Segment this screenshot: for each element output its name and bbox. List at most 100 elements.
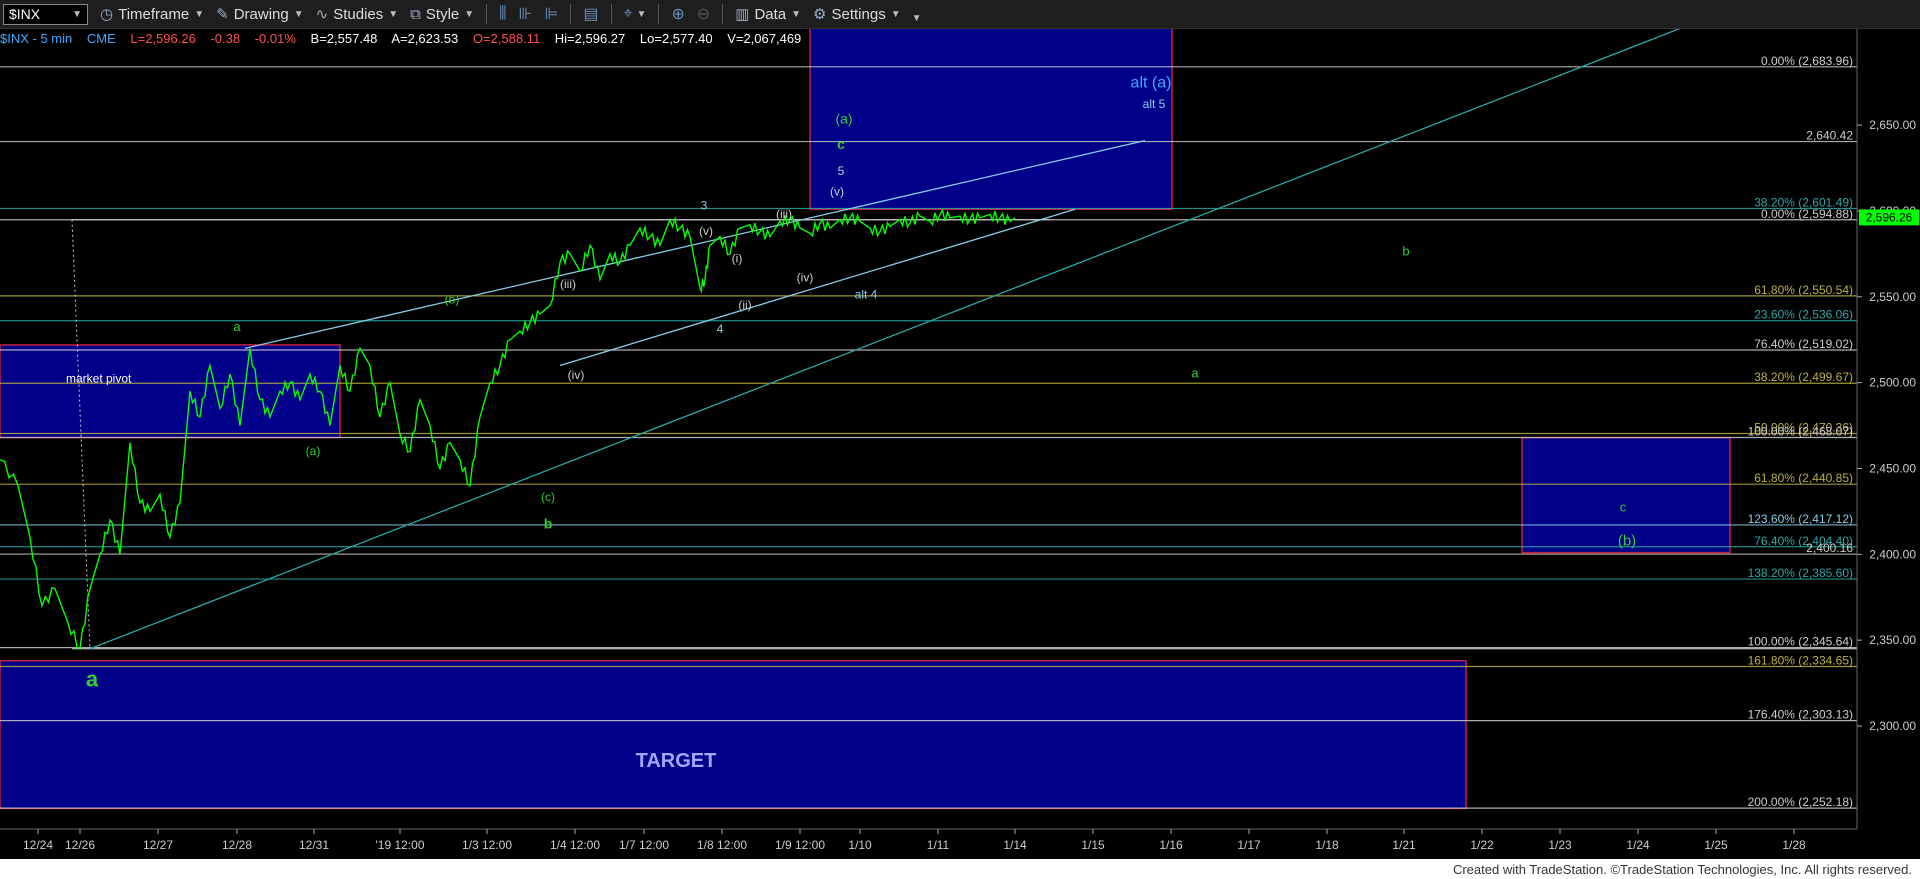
style-menu[interactable]: ⧉ Style ▼: [410, 6, 474, 23]
studies-menu[interactable]: ∿ Studies ▼: [315, 5, 399, 24]
fib-level-label: 200.00% (2,252.18): [1748, 795, 1853, 809]
target-zone: [0, 660, 1467, 810]
symbol-input[interactable]: $INX ▼: [3, 3, 88, 25]
copyright-text: Created with TradeStation. ©TradeStation…: [1452, 862, 1912, 877]
x-tick-label: 1/24: [1626, 838, 1650, 852]
chevron-down-icon[interactable]: ▼: [637, 9, 647, 20]
cursor-icon[interactable]: ⌖: [624, 5, 633, 23]
quote-change: -0.38: [210, 31, 241, 46]
quote-high: Hi=2,596.27: [554, 31, 626, 46]
wave-label: c: [1620, 499, 1627, 514]
last-price-label: 2,596.26: [1866, 210, 1913, 224]
wave-label: 3: [701, 198, 708, 212]
settings-label: Settings: [831, 5, 886, 23]
fib-level-label: 38.20% (2,499.67): [1754, 370, 1853, 384]
wave-label: c: [837, 136, 845, 152]
pencil-icon: ✎: [216, 6, 229, 23]
x-tick-label: 1/25: [1704, 838, 1728, 852]
quote-last: L=2,596.26: [130, 31, 196, 46]
quote-exchange: CME: [86, 31, 116, 46]
x-tick-label: 1/22: [1470, 838, 1494, 852]
drawing-label: Drawing: [233, 5, 289, 23]
y-tick-label: 2,400.00: [1869, 547, 1916, 561]
wave-label: (a): [835, 110, 852, 126]
chevron-down-icon: ▼: [890, 8, 901, 20]
drawing-menu[interactable]: ✎ Drawing ▼: [216, 5, 304, 24]
wave-label: (v): [699, 224, 713, 238]
expand-icon[interactable]: ⊫: [544, 4, 558, 24]
style-icon: ⧉: [410, 5, 421, 23]
data-menu[interactable]: ▥ Data ▼: [735, 5, 802, 24]
clock-icon: ◷: [100, 6, 114, 23]
x-tick-label: 1/10: [848, 838, 872, 852]
wave-label: a: [86, 667, 99, 692]
wave-label: b: [544, 516, 553, 532]
x-tick-label: 12/28: [222, 838, 252, 852]
y-tick-label: 2,650.00: [1869, 118, 1916, 132]
quote-pct: -0.01%: [254, 31, 296, 46]
x-tick-label: 1/15: [1081, 838, 1105, 852]
y-tick-label: 2,450.00: [1869, 461, 1916, 475]
gear-icon: ⚙: [813, 6, 827, 23]
timeframe-label: Timeframe: [118, 5, 190, 23]
fib-level-label: 100.00% (2,345.64): [1748, 635, 1853, 649]
x-tick-label: 1/23: [1548, 838, 1572, 852]
target-label: TARGET: [636, 750, 717, 772]
quote-bar: $INX - 5 min CME L=2,596.26 -0.38 -0.01%…: [0, 31, 812, 46]
wave-label: (v): [830, 185, 844, 199]
quote-low: Lo=2,577.40: [639, 31, 713, 46]
zoom-in-icon[interactable]: ⊕: [671, 4, 684, 24]
bar-chart-icon: ▥: [735, 6, 750, 23]
symbol-value: $INX: [9, 6, 41, 22]
quote-symbol: $INX - 5 min: [0, 31, 73, 46]
footer: Created with TradeStation. ©TradeStation…: [0, 859, 1920, 879]
quote-bid: B=2,557.48: [310, 31, 378, 46]
x-tick-label: 12/26: [65, 838, 95, 852]
x-tick-label: 1/14: [1003, 838, 1027, 852]
wave-label: (a): [306, 444, 321, 458]
x-tick-label: 1/3 12:00: [462, 838, 512, 852]
settings-menu[interactable]: ⚙ Settings ▼ ▼: [813, 5, 921, 24]
toolbar-divider: [570, 4, 572, 24]
chevron-down-icon: ▼: [791, 8, 802, 20]
wave-label: a: [233, 319, 241, 334]
wave-label: a: [1191, 365, 1199, 380]
chevron-down-icon: ▼: [911, 12, 922, 24]
fib-level-label: 0.00% (2,683.96): [1761, 54, 1853, 68]
style-label: Style: [425, 5, 460, 23]
layout-icon[interactable]: ▤: [583, 4, 598, 24]
x-tick-label: 1/9 12:00: [775, 838, 825, 852]
wave-label: (iii): [776, 207, 792, 221]
wave-label: b: [1402, 244, 1409, 259]
x-tick-label: 1/28: [1782, 838, 1806, 852]
x-tick-label: '19 12:00: [375, 838, 424, 852]
studies-icon: ∿: [315, 6, 329, 23]
chevron-down-icon: ▼: [464, 8, 475, 20]
x-tick-label: 1/17: [1237, 838, 1261, 852]
x-tick-label: 1/7 12:00: [619, 838, 669, 852]
y-tick-label: 2,500.00: [1869, 376, 1916, 390]
wave-label: (i): [732, 251, 743, 265]
x-tick-label: 1/8 12:00: [697, 838, 747, 852]
x-tick-label: 1/11: [927, 838, 950, 852]
wave-label: alt 5: [1143, 97, 1166, 111]
y-axis-panel: [1857, 29, 1920, 859]
timeframe-menu[interactable]: ◷ Timeframe ▼: [100, 5, 205, 24]
quote-ask: A=2,623.53: [391, 31, 459, 46]
compress-icon[interactable]: ⊪: [519, 4, 533, 24]
chevron-down-icon: ▼: [194, 8, 205, 20]
x-tick-label: 12/24: [23, 838, 53, 852]
y-tick-label: 2,350.00: [1869, 633, 1916, 647]
fib-level-label: 138.20% (2,385.60): [1748, 566, 1853, 580]
bar-spacing-icon[interactable]: ⫼: [499, 5, 506, 23]
fib-level-label: 161.80% (2,334.65): [1748, 654, 1853, 668]
target-zone: [809, 29, 1173, 211]
wave-label: alt (a): [1131, 74, 1172, 91]
fib-level-label: 0.00% (2,594.88): [1761, 207, 1853, 221]
x-tick-label: 1/4 12:00: [550, 838, 600, 852]
price-chart[interactable]: 0.00% (2,683.96)2,640.4238.20% (2,601.49…: [0, 29, 1920, 859]
x-tick-label: 12/27: [143, 838, 173, 852]
zoom-out-icon[interactable]: ⊖: [697, 4, 710, 24]
fib-level-label: 123.60% (2,417.12): [1748, 512, 1853, 526]
toolbar-divider: [722, 4, 724, 24]
